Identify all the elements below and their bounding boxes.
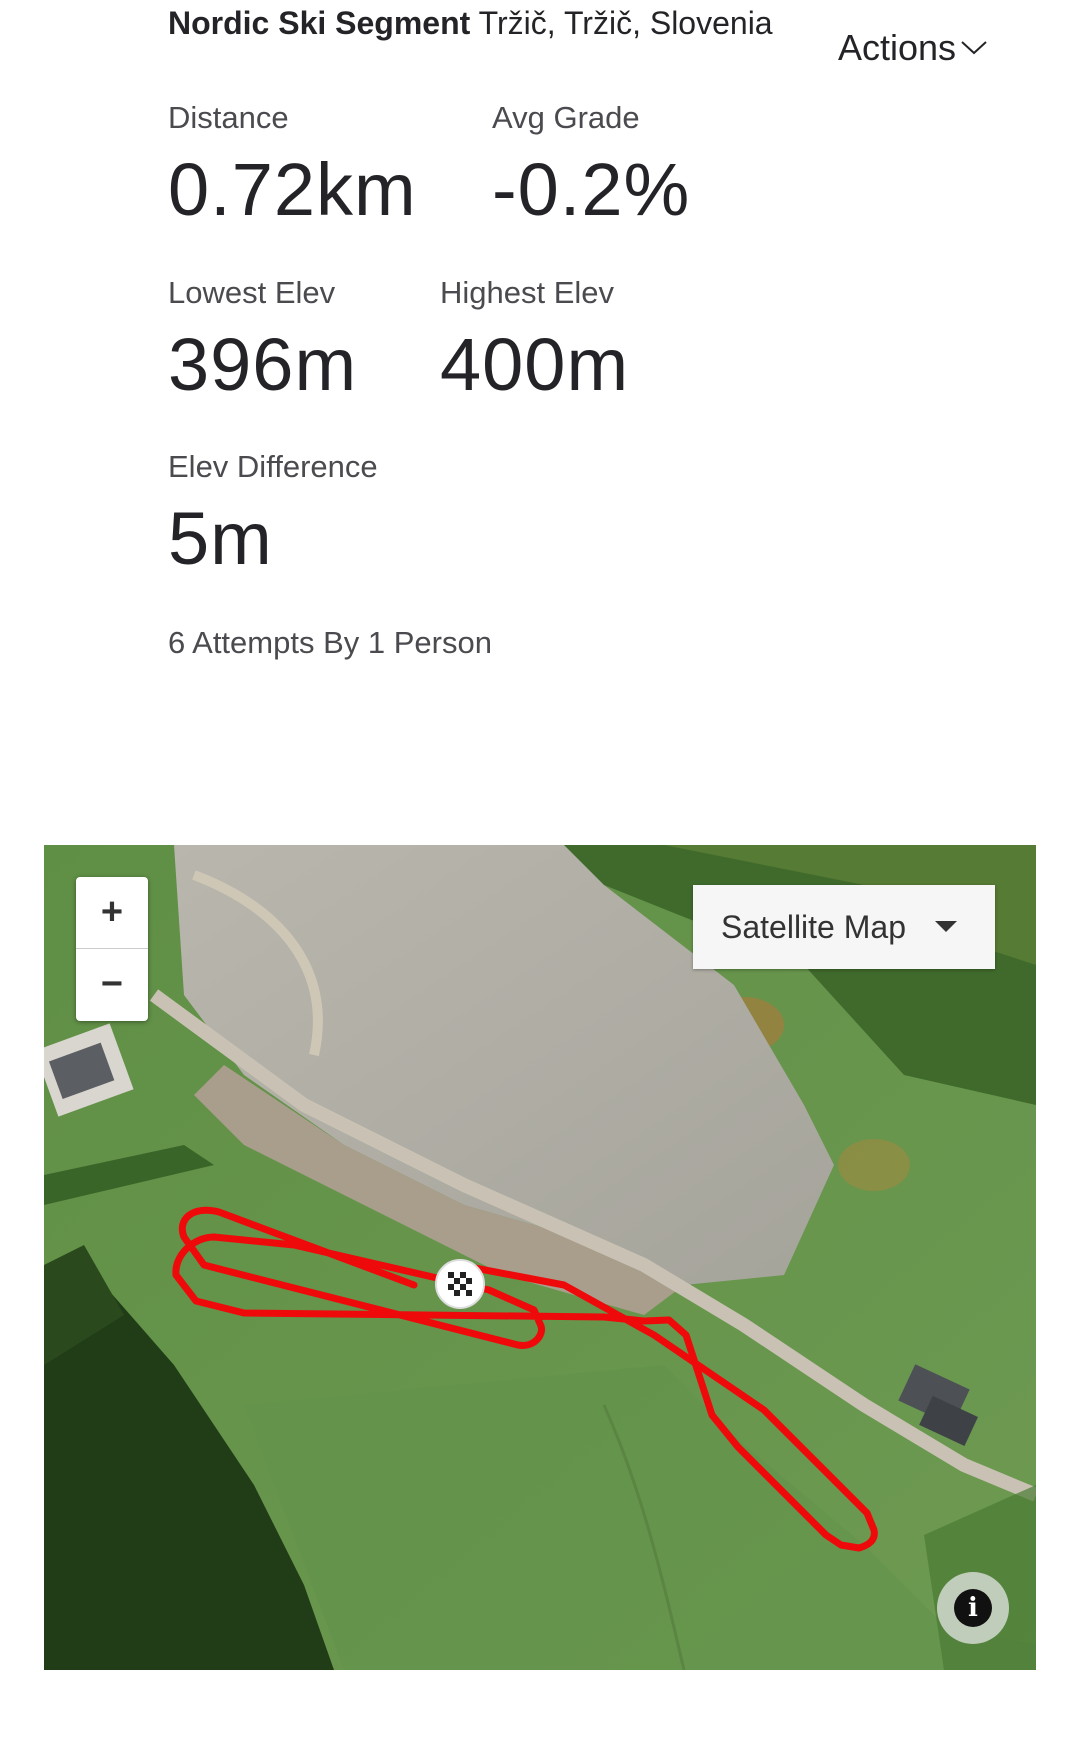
actions-label: Actions	[838, 27, 957, 68]
stat-distance: Distance 0.72km	[168, 100, 417, 232]
zoom-control: + −	[76, 877, 148, 1021]
info-icon: i	[954, 1589, 992, 1627]
checkered-flag-icon	[435, 1259, 485, 1309]
stat-value: 400m	[440, 323, 630, 406]
chevron-down-icon	[961, 41, 987, 55]
stat-lowest-elev: Lowest Elev 396m	[168, 275, 357, 407]
segment-location: Tržič, Tržič, Slovenia	[478, 5, 773, 41]
stat-label: Distance	[168, 100, 289, 135]
zoom-out-button[interactable]: −	[76, 948, 148, 1020]
stat-value: -0.2%	[492, 148, 691, 231]
stat-highest-elev: Highest Elev 400m	[440, 275, 629, 407]
map-type-label: Satellite Map	[721, 908, 906, 945]
stat-value: 396m	[168, 323, 358, 406]
stat-value: 5m	[168, 497, 273, 580]
segment-page: Nordic Ski Segment Tržič, Tržič, Sloveni…	[0, 0, 1080, 1744]
caret-down-icon	[935, 921, 957, 932]
map-type-select[interactable]: Satellite Map	[693, 885, 995, 969]
stat-label: Elev Difference	[168, 449, 378, 484]
zoom-in-button[interactable]: +	[76, 877, 148, 948]
attempts-summary: 6 Attempts By 1 Person	[168, 625, 492, 660]
stat-elev-difference: Elev Difference 5m	[168, 449, 378, 581]
segment-name: Nordic Ski Segment	[168, 5, 471, 41]
segment-header: Nordic Ski Segment Tržič, Tržič, Sloveni…	[168, 4, 773, 42]
stat-label: Avg Grade	[492, 100, 640, 135]
stat-avg-grade: Avg Grade -0.2%	[492, 100, 690, 232]
segment-map[interactable]: + − Satellite Map i	[44, 845, 1036, 1670]
stat-label: Highest Elev	[440, 275, 615, 310]
stat-value: 0.72km	[168, 148, 417, 231]
map-info-button[interactable]: i	[937, 1572, 1009, 1644]
stat-label: Lowest Elev	[168, 275, 336, 310]
actions-dropdown[interactable]: Actions	[838, 26, 988, 70]
